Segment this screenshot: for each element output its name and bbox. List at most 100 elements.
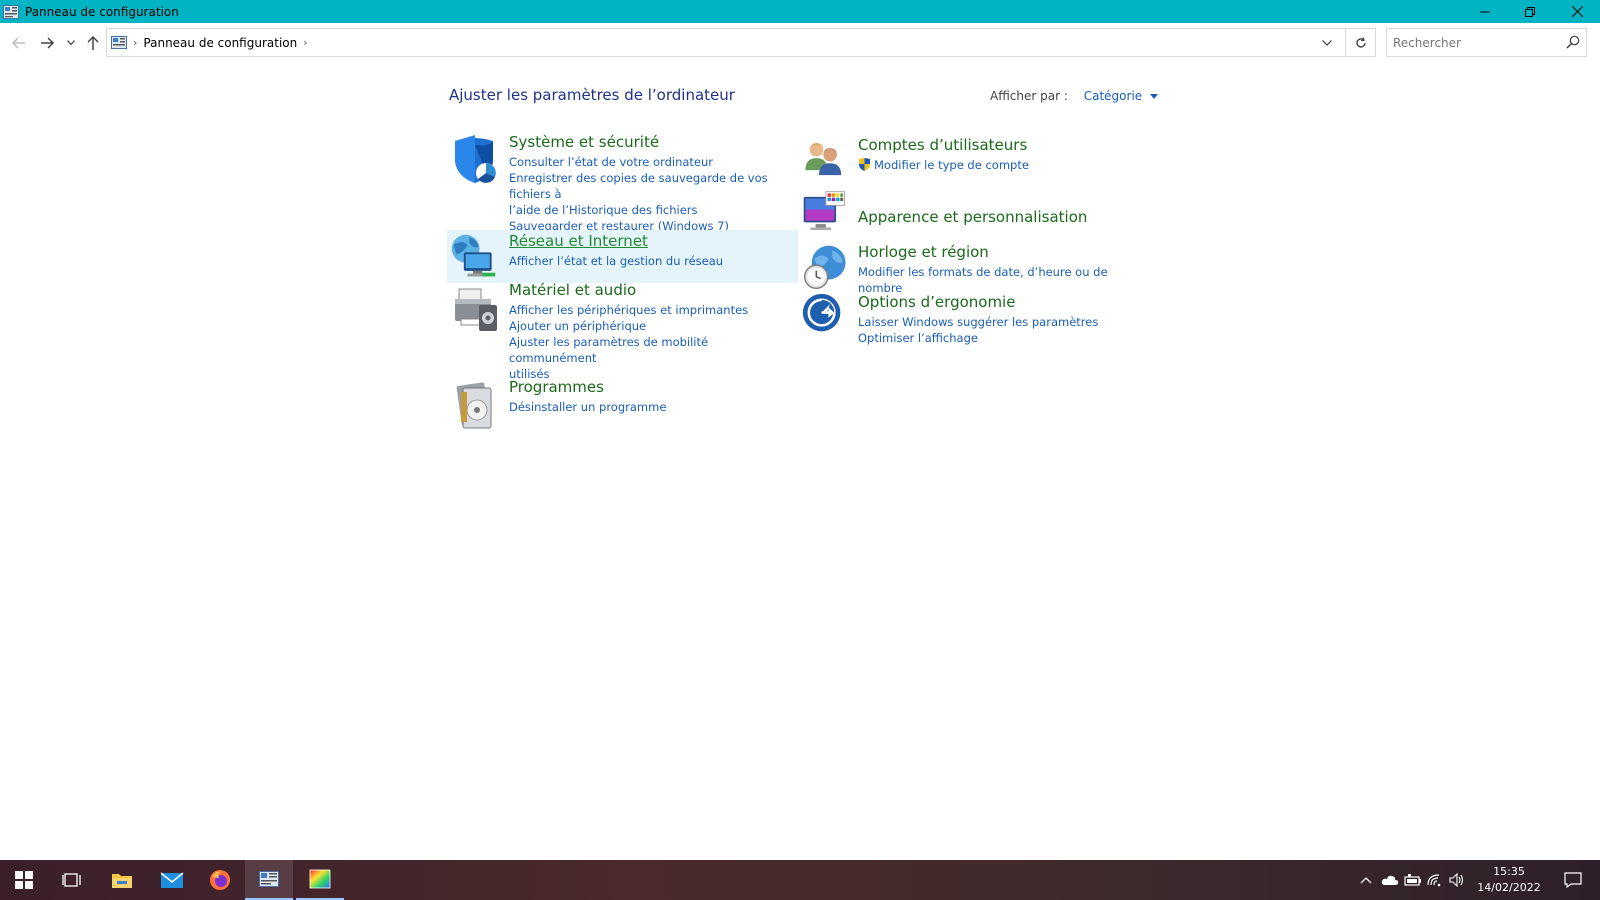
breadcrumb-control-panel[interactable]: Panneau de configuration bbox=[143, 36, 297, 50]
printer-icon bbox=[455, 288, 497, 331]
category-title-appearance[interactable]: Apparence et personnalisation bbox=[858, 208, 1087, 226]
chevron-down-icon bbox=[1322, 40, 1332, 46]
view-by-dropdown[interactable]: Catégorie bbox=[1084, 89, 1142, 103]
caret-down-icon[interactable] bbox=[1150, 94, 1158, 99]
control-panel-taskbar-button[interactable] bbox=[245, 860, 293, 900]
category-title-network-internet[interactable]: Réseau et Internet bbox=[509, 232, 723, 250]
back-button[interactable] bbox=[8, 32, 30, 54]
title-bar: Panneau de configuration bbox=[0, 0, 1600, 23]
link-let-windows-suggest[interactable]: Laisser Windows suggérer les paramètres bbox=[858, 314, 1098, 330]
color-palette-icon bbox=[309, 869, 331, 889]
firefox-button[interactable] bbox=[196, 860, 244, 900]
search-box[interactable] bbox=[1386, 28, 1587, 57]
link-uninstall-program[interactable]: Désinstaller un programme bbox=[509, 399, 666, 415]
network-button[interactable] bbox=[1424, 860, 1446, 900]
volume-button[interactable] bbox=[1446, 860, 1468, 900]
breadcrumb-separator-icon[interactable]: › bbox=[133, 36, 137, 49]
category-title-clock-region[interactable]: Horloge et région bbox=[858, 243, 1142, 261]
category-network-internet[interactable]: Réseau et Internet Afficher l’état et la… bbox=[447, 230, 798, 283]
firefox-icon bbox=[210, 870, 230, 890]
link-optimize-display[interactable]: Optimiser l’affichage bbox=[858, 330, 1098, 346]
onedrive-button[interactable] bbox=[1378, 860, 1402, 900]
address-history-button[interactable] bbox=[1317, 33, 1337, 53]
speaker-icon bbox=[1449, 873, 1464, 887]
show-hidden-icons-button[interactable] bbox=[1356, 860, 1376, 900]
link-file-history[interactable]: Enregistrer des copies de sauvegarde de … bbox=[509, 170, 796, 202]
clock-time: 15:35 bbox=[1493, 865, 1525, 878]
category-title-ease-of-access[interactable]: Options d’ergonomie bbox=[858, 293, 1098, 311]
restore-icon bbox=[1525, 6, 1535, 17]
link-add-device[interactable]: Ajouter un périphérique bbox=[509, 318, 796, 334]
ease-of-access-icon bbox=[802, 293, 841, 332]
recent-locations-button[interactable] bbox=[64, 32, 78, 54]
category-programs: Programmes Désinstaller un programme bbox=[449, 378, 796, 432]
cloud-icon bbox=[1381, 875, 1399, 885]
windows-logo-icon bbox=[15, 871, 33, 889]
page-title: Ajuster les paramètres de l’ordinateur bbox=[449, 86, 735, 104]
task-view-icon bbox=[62, 873, 81, 887]
link-check-status[interactable]: Consulter l’état de votre ordinateur bbox=[509, 154, 796, 170]
category-appearance: Apparence et personnalisation bbox=[802, 188, 1142, 238]
control-panel-icon bbox=[3, 4, 19, 19]
battery-icon bbox=[1404, 874, 1421, 886]
display-palette-icon bbox=[803, 191, 846, 231]
arrow-left-icon bbox=[12, 37, 25, 49]
control-panel-icon bbox=[259, 871, 279, 887]
close-button[interactable] bbox=[1554, 0, 1600, 23]
arrow-up-icon bbox=[87, 36, 99, 50]
minimize-button[interactable] bbox=[1462, 0, 1508, 23]
arrow-right-icon bbox=[41, 37, 54, 49]
link-devices-printers[interactable]: Afficher les périphériques et imprimante… bbox=[509, 302, 796, 318]
link-change-account-type[interactable]: Modifier le type de compte bbox=[874, 158, 1029, 172]
category-clock-region: Horloge et région Modifier les formats d… bbox=[802, 243, 1142, 296]
link-change-formats[interactable]: Modifier les formats de date, d’heure ou… bbox=[858, 264, 1142, 296]
control-panel-icon bbox=[111, 36, 127, 49]
programs-icon bbox=[456, 382, 492, 429]
start-button[interactable] bbox=[0, 860, 48, 900]
notification-icon bbox=[1564, 872, 1582, 888]
chevron-up-icon bbox=[1360, 877, 1372, 884]
mail-button[interactable] bbox=[148, 860, 196, 900]
view-by-label: Afficher par : bbox=[990, 89, 1068, 103]
navigation-bar: › Panneau de configuration › bbox=[0, 23, 1600, 63]
clock-date: 14/02/2022 bbox=[1477, 881, 1541, 894]
clock-globe-icon bbox=[804, 245, 846, 289]
action-center-button[interactable] bbox=[1556, 860, 1590, 900]
taskbar-clock[interactable]: 15:35 14/02/2022 bbox=[1474, 864, 1544, 896]
wifi-icon bbox=[1427, 874, 1441, 887]
search-icon[interactable] bbox=[1566, 35, 1580, 49]
link-file-history-cont[interactable]: l’aide de l’Historique des fichiers bbox=[509, 202, 796, 218]
link-mobility-settings[interactable]: Ajuster les paramètres de mobilité commu… bbox=[509, 334, 796, 366]
category-user-accounts: Comptes d’utilisateurs Modifier le type … bbox=[802, 136, 1142, 182]
uac-shield-icon bbox=[859, 158, 870, 171]
shield-icon bbox=[455, 135, 496, 183]
mail-icon bbox=[160, 872, 184, 888]
category-title-programs[interactable]: Programmes bbox=[509, 378, 666, 396]
address-bar[interactable]: › Panneau de configuration › bbox=[106, 28, 1376, 57]
close-icon bbox=[1571, 6, 1583, 17]
category-title-hardware-sound[interactable]: Matériel et audio bbox=[509, 281, 796, 299]
taskbar: 15:35 14/02/2022 bbox=[0, 860, 1600, 900]
search-input[interactable] bbox=[1393, 35, 1553, 50]
forward-button[interactable] bbox=[36, 32, 58, 54]
task-view-button[interactable] bbox=[48, 860, 96, 900]
color-app-button[interactable] bbox=[296, 860, 344, 900]
restore-button[interactable] bbox=[1507, 0, 1553, 23]
category-hardware-sound: Matériel et audio Afficher les périphéri… bbox=[449, 281, 796, 382]
link-network-status[interactable]: Afficher l’état et la gestion du réseau bbox=[509, 253, 723, 269]
breadcrumb-separator-icon[interactable]: › bbox=[303, 36, 307, 49]
content-area: Ajuster les paramètres de l’ordinateur A… bbox=[0, 63, 1600, 860]
category-title-user-accounts[interactable]: Comptes d’utilisateurs bbox=[858, 136, 1029, 154]
file-explorer-button[interactable] bbox=[98, 860, 146, 900]
users-icon bbox=[805, 142, 842, 176]
battery-button[interactable] bbox=[1402, 860, 1424, 900]
chevron-down-icon bbox=[67, 40, 75, 46]
view-by-control: Afficher par : Catégorie bbox=[990, 89, 1158, 103]
refresh-button[interactable] bbox=[1345, 28, 1375, 57]
link-change-account-type-row[interactable]: Modifier le type de compte bbox=[858, 157, 1029, 173]
category-title-system-security[interactable]: Système et sécurité bbox=[509, 133, 796, 151]
category-system-security: Système et sécurité Consulter l’état de … bbox=[449, 133, 796, 234]
folder-icon bbox=[112, 874, 132, 888]
up-button[interactable] bbox=[82, 32, 104, 54]
category-ease-of-access: Options d’ergonomie Laisser Windows sugg… bbox=[802, 293, 1142, 346]
